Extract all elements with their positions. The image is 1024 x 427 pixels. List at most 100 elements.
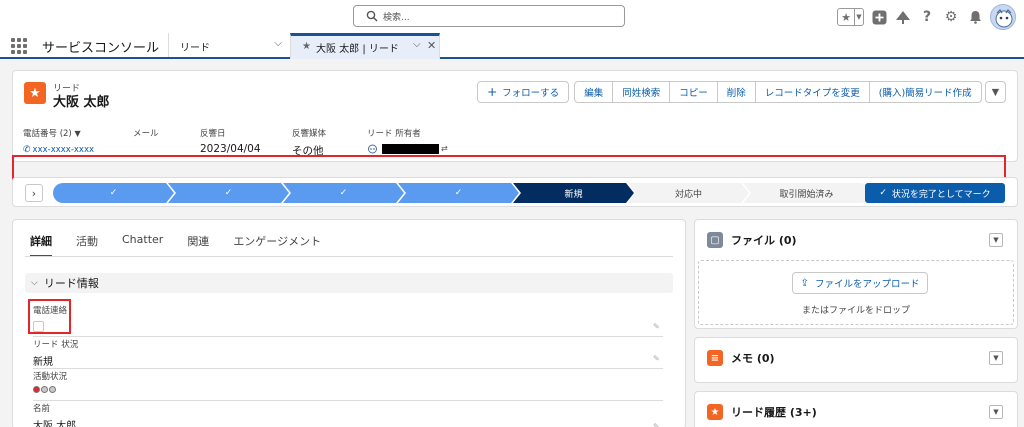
trailhead-icon[interactable] xyxy=(894,8,912,26)
phone-label-text: 電話番号 (2) xyxy=(23,129,72,139)
response-date-label: 反響日 xyxy=(200,129,226,139)
highlight-phone: 電話番号 (2) ▼ ✆ xxx-xxxx-xxxx xyxy=(23,127,94,155)
phone-dropdown-icon[interactable]: ▼ xyxy=(74,129,80,138)
path-bar: › ✓ ✓ ✓ ✓ 新規 対応中 取引開始済み ✓ 状況を完了としてマーク xyxy=(12,177,1018,207)
notifications-icon[interactable] xyxy=(966,8,984,26)
lead-history-icon: ★ xyxy=(707,404,723,420)
notes-title[interactable]: メモ (0) xyxy=(731,350,775,366)
nav-item-label: リード xyxy=(180,43,210,54)
global-create-icon[interactable] xyxy=(870,8,888,26)
phone-contact-label: 電話連絡 xyxy=(33,306,68,316)
response-media-label: 反響媒体 xyxy=(292,129,327,139)
nav-item-leads[interactable]: リード ⌵ xyxy=(168,33,290,57)
plus-icon: + xyxy=(487,85,498,99)
help-icon[interactable]: ? xyxy=(918,8,936,26)
check-icon: ✓ xyxy=(879,188,887,198)
upload-icon: ⇪ xyxy=(800,277,809,289)
owner-label: リード 所有者 xyxy=(367,129,421,139)
path-step-done[interactable]: ✓ xyxy=(283,183,404,203)
mark-status-complete-button[interactable]: ✓ 状況を完了としてマーク xyxy=(865,183,1005,203)
email-label: メール xyxy=(133,129,159,139)
history-menu-dropdown-icon[interactable]: ▼ xyxy=(989,405,1003,419)
global-search-input[interactable]: 検索... xyxy=(353,5,625,27)
owner-value[interactable]: ⇄ xyxy=(367,143,448,154)
notes-menu-dropdown-icon[interactable]: ▼ xyxy=(989,351,1003,365)
files-title[interactable]: ファイル (0) xyxy=(731,232,797,248)
tab-chatter[interactable]: Chatter xyxy=(122,233,163,257)
highlight-email: メール xyxy=(133,127,159,139)
record-header: ★ リード 大阪 太郎 + フォローする 編集 同姓検索 コピー 削除 レコードタ… xyxy=(12,70,1018,162)
edit-pencil-icon[interactable]: ✎ xyxy=(653,322,661,331)
chevron-down-icon[interactable]: ⌵ xyxy=(274,38,282,49)
close-tab-icon[interactable]: ✕ xyxy=(427,39,436,52)
edit-button[interactable]: 編集 xyxy=(574,81,614,103)
more-actions-dropdown-icon[interactable]: ▼ xyxy=(984,81,1006,103)
app-navigation-bar: サービスコンソール リード ⌵ ★ 大阪 太郎 | リード ⌵ ✕ xyxy=(0,33,1024,59)
status-dot-gray xyxy=(41,386,48,393)
path-step-done[interactable]: ✓ xyxy=(168,183,289,203)
lead-object-icon: ★ xyxy=(24,82,46,104)
tab-engagement[interactable]: エンゲージメント xyxy=(233,233,321,257)
tab-details[interactable]: 詳細 xyxy=(30,233,52,257)
field-name: 名前 大阪 太郎 ✎ xyxy=(33,402,663,427)
tab-lead-record[interactable]: ★ 大阪 太郎 | リード ⌵ ✕ xyxy=(290,33,440,59)
highlight-response-date: 反響日 2023/04/04 xyxy=(200,127,261,155)
change-record-type-button[interactable]: レコードタイプを変更 xyxy=(754,81,870,103)
follow-button[interactable]: + フォローする xyxy=(477,81,570,103)
notes-icon: ≡ xyxy=(707,350,723,366)
field-phone-contact: 電話連絡 ✎ xyxy=(33,304,663,337)
find-duplicates-button[interactable]: 同姓検索 xyxy=(612,81,671,103)
copy-button[interactable]: コピー xyxy=(669,81,718,103)
files-menu-dropdown-icon[interactable]: ▼ xyxy=(989,233,1003,247)
setup-icon[interactable]: ⚙ xyxy=(942,8,960,26)
tab-activity[interactable]: 活動 xyxy=(76,233,98,257)
owner-avatar xyxy=(368,144,377,154)
path-step-current[interactable]: 新規 xyxy=(513,183,634,203)
path-step-done[interactable]: ✓ xyxy=(53,183,174,203)
file-drop-zone[interactable]: ⇪ ファイルをアップロード またはファイルをドロップ xyxy=(698,260,1014,325)
record-name: 大阪 太郎 xyxy=(53,95,110,110)
highlight-owner: リード 所有者 ⇄ xyxy=(367,127,448,154)
phone-value: xxx-xxxx-xxxx xyxy=(32,145,95,155)
tab-menu-chevron-icon[interactable]: ⌵ xyxy=(413,39,421,50)
section-lead-info[interactable]: ⌵ リード情報 xyxy=(25,273,673,293)
tab-label: 大阪 太郎 | リード xyxy=(316,44,399,55)
app-launcher-icon[interactable] xyxy=(11,38,27,54)
name-label: 名前 xyxy=(33,404,51,414)
history-title[interactable]: リード履歴 (3+) xyxy=(731,404,817,420)
upload-button-label: ファイルをアップロード xyxy=(814,279,920,290)
global-header: 検索... ★ ▼ ? ⚙ xyxy=(0,0,1024,33)
change-owner-icon[interactable]: ⇄ xyxy=(441,144,448,153)
favorites-button[interactable]: ★ ▼ xyxy=(837,8,864,26)
phone-label: 電話番号 (2) ▼ xyxy=(23,127,94,139)
field-lead-status: リード 状況 新規 ✎ xyxy=(33,338,663,369)
history-header: ★ リード履歴 (3+) xyxy=(707,404,817,420)
record-actions: + フォローする 編集 同姓検索 コピー 削除 レコードタイプを変更 (購入)簡易… xyxy=(477,81,1006,103)
chevron-down-icon: ⌵ xyxy=(31,278,38,288)
files-header: ▢ ファイル (0) xyxy=(707,232,797,248)
status-dot-gray xyxy=(49,386,56,393)
path-step-todo[interactable]: 取引開始済み xyxy=(743,183,870,203)
lead-tab-icon: ★ xyxy=(302,41,311,52)
field-annotation-box xyxy=(28,299,71,334)
delete-button[interactable]: 削除 xyxy=(716,81,756,103)
favorites-icon[interactable]: ★ xyxy=(838,9,854,25)
path-step-todo[interactable]: 対応中 xyxy=(628,183,749,203)
edit-pencil-icon[interactable]: ✎ xyxy=(653,422,661,427)
redacted-owner-name xyxy=(382,143,439,154)
create-simple-lead-button[interactable]: (購入)簡易リード作成 xyxy=(868,81,982,103)
phone-link[interactable]: ✆ xxx-xxxx-xxxx xyxy=(23,145,94,155)
edit-pencil-icon[interactable]: ✎ xyxy=(653,354,661,363)
user-avatar[interactable] xyxy=(990,4,1016,30)
field-activity-status: 活動状況 xyxy=(33,370,663,401)
tabs-divider xyxy=(25,256,673,257)
files-card: ▢ ファイル (0) ▼ ⇪ ファイルをアップロード またはファイルをドロップ xyxy=(694,219,1018,329)
response-date-value: 2023/04/04 xyxy=(200,143,261,155)
tab-related[interactable]: 関連 xyxy=(187,233,209,257)
path-expand-chevron-icon[interactable]: › xyxy=(25,184,43,202)
path-step-done[interactable]: ✓ xyxy=(398,183,519,203)
upload-files-button[interactable]: ⇪ ファイルをアップロード xyxy=(792,272,928,294)
favorites-dropdown-icon[interactable]: ▼ xyxy=(854,9,863,25)
activity-status-label: 活動状況 xyxy=(33,372,68,382)
notes-card: ≡ メモ (0) ▼ xyxy=(694,337,1018,383)
